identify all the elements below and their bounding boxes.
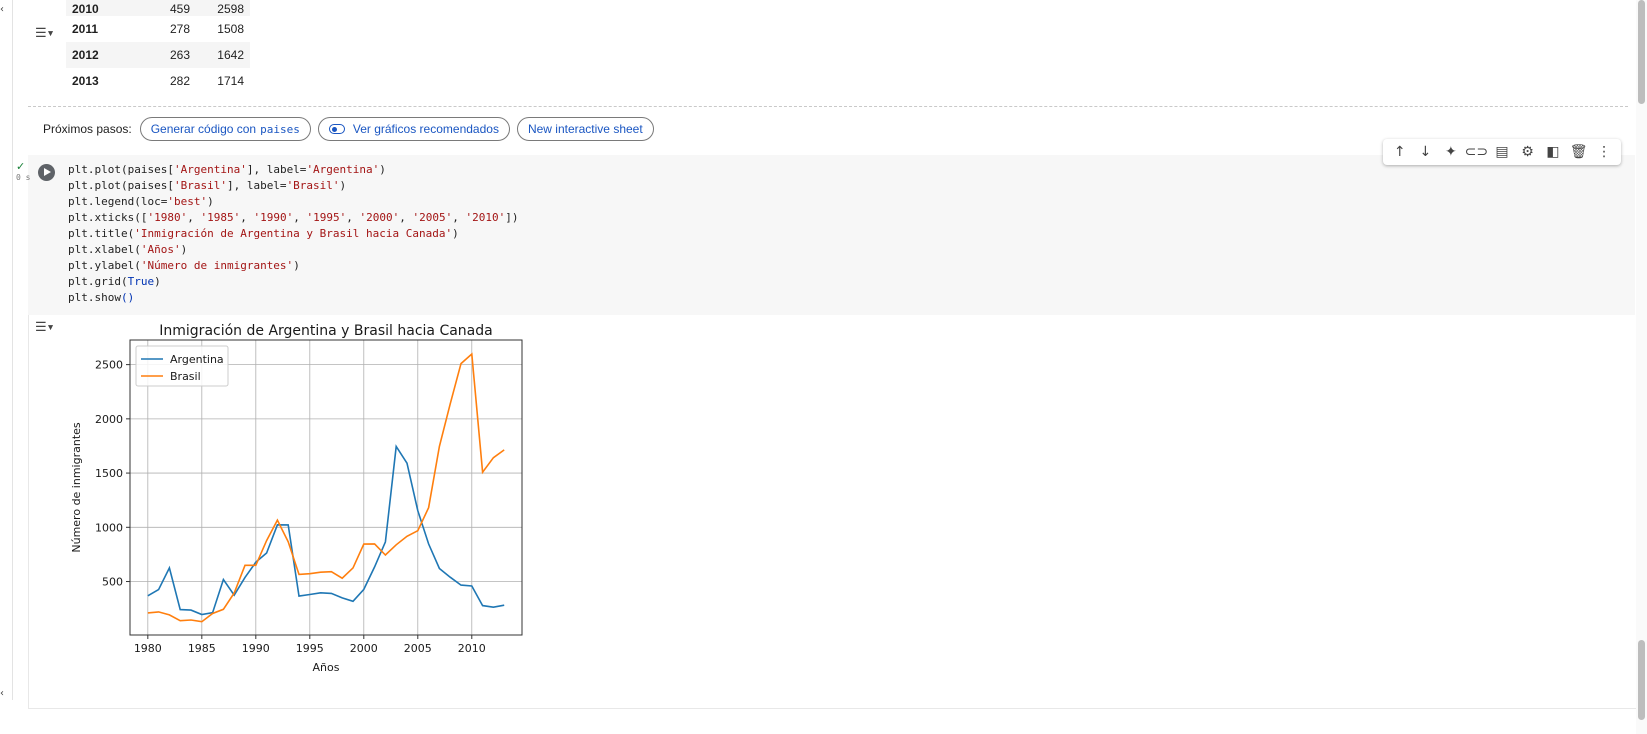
- generate-code-label: Generar código con: [150, 122, 257, 136]
- table-row: 2012 263 1642: [66, 42, 250, 68]
- cell-divider: [12, 0, 13, 700]
- dataframe-table: 2010 459 2598 2011 278 1508 2012 263 164…: [66, 0, 250, 94]
- cell-toolbar: ↑ ↓ ✦ ⊂⊃ ▤ ⚙ ◧ 🗑 ⋮: [1383, 139, 1621, 165]
- recommended-charts-chip[interactable]: Ver gráficos recomendados: [317, 117, 510, 141]
- y-tick-label: 2000: [95, 413, 123, 426]
- cell-argentina: 263: [169, 48, 190, 62]
- legend-label: Brasil: [170, 370, 201, 383]
- x-axis-label: Años: [313, 661, 340, 674]
- output-actions-icon[interactable]: ☰▾: [35, 320, 57, 336]
- dataframe-output: [28, 0, 1628, 107]
- row-year: 2010: [72, 2, 99, 16]
- code-line: plt.plot(paises['Brasil'], label='Brasil…: [68, 179, 347, 192]
- table-row: 2011 278 1508: [66, 16, 250, 42]
- x-tick-label: 1980: [134, 642, 162, 655]
- left-rail: ‹ ‹: [0, 0, 12, 734]
- cell-brasil: 1642: [217, 48, 244, 62]
- sparkle-icon[interactable]: ✦: [1441, 142, 1461, 162]
- y-axis-label: Número de inmigrantes: [70, 422, 83, 553]
- cell-argentina: 282: [169, 74, 190, 88]
- cell-brasil: 1508: [217, 22, 244, 36]
- mirror-cell-icon[interactable]: ◧: [1543, 142, 1563, 162]
- code-line: plt.grid(True): [68, 275, 161, 288]
- cell-brasil: 1714: [217, 74, 244, 88]
- next-steps-label: Próximos pasos:: [43, 122, 132, 136]
- generate-code-var: paises: [260, 122, 300, 136]
- y-tick-label: 2500: [95, 359, 123, 372]
- arrow-down-icon[interactable]: ↓: [1415, 142, 1435, 162]
- collapse-marker-icon[interactable]: ‹: [0, 688, 4, 699]
- code-line: plt.show(): [68, 291, 135, 304]
- row-year: 2012: [72, 48, 99, 62]
- link-icon[interactable]: ⊂⊃: [1465, 142, 1488, 162]
- chart-title: Inmigración de Argentina y Brasil hacia …: [159, 323, 492, 339]
- x-tick-label: 1990: [242, 642, 270, 655]
- exec-status-icon: ✓: [16, 160, 26, 173]
- gear-icon[interactable]: ⚙: [1518, 142, 1538, 162]
- x-tick-label: 2005: [404, 642, 432, 655]
- arrow-up-icon[interactable]: ↑: [1390, 142, 1410, 162]
- interactive-sheet-label: New interactive sheet: [527, 122, 643, 136]
- code-line: plt.title('Inmigración de Argentina y Br…: [68, 227, 459, 240]
- y-tick-label: 1000: [95, 521, 123, 534]
- cell-argentina: 278: [169, 22, 190, 36]
- code-line: plt.legend(loc='best'): [68, 195, 214, 208]
- recommended-charts-label: Ver gráficos recomendados: [352, 122, 499, 136]
- x-tick-label: 2010: [458, 642, 486, 655]
- ticks: 1980 1985 1990 1995 2000 2005 2010 500 1000 1500 2…: [95, 359, 486, 655]
- trash-icon[interactable]: 🗑: [1569, 142, 1589, 162]
- scrollbar-track[interactable]: [1636, 0, 1647, 734]
- code-line: plt.plot(paises['Argentina'], label='Arg…: [68, 163, 386, 176]
- legend: Argentina Brasil: [135, 345, 229, 387]
- x-tick-label: 1995: [296, 642, 324, 655]
- y-tick-label: 500: [102, 576, 123, 589]
- x-tick-label: 2000: [350, 642, 378, 655]
- comment-icon[interactable]: ▤: [1492, 142, 1512, 162]
- cell-argentina: 459: [169, 2, 190, 16]
- scrollbar-thumb[interactable]: [1638, 0, 1645, 104]
- series-line-argentina: [147, 444, 505, 616]
- toggle-icon: [328, 124, 345, 134]
- interactive-sheet-chip[interactable]: New interactive sheet: [516, 117, 654, 141]
- line-chart: 1980 1985 1990 1995 2000 2005 2010 500 1000 1500 2…: [70, 323, 523, 674]
- next-steps-bar: Próximos pasos: Generar código con paise…: [43, 116, 661, 142]
- scrollbar-thumb-lower[interactable]: [1638, 640, 1645, 720]
- x-tick-label: 1985: [188, 642, 216, 655]
- more-vert-icon[interactable]: ⋮: [1594, 142, 1614, 162]
- code-line: plt.xlabel('Años'): [68, 243, 188, 256]
- code-editor[interactable]: plt.plot(paises['Argentina'], label='Arg…: [68, 162, 518, 306]
- row-year: 2011: [72, 22, 99, 36]
- y-tick-label: 1500: [95, 467, 123, 480]
- code-line: plt.ylabel('Número de inmigrantes'): [68, 259, 300, 272]
- legend-label: Argentina: [170, 353, 224, 366]
- run-cell-button[interactable]: [38, 164, 55, 181]
- output-actions-icon[interactable]: ☰▾: [35, 26, 57, 42]
- cell-brasil: 2598: [217, 2, 244, 16]
- generate-code-chip[interactable]: Generar código con paises: [139, 117, 311, 141]
- table-row: 2010 459 2598: [66, 0, 250, 16]
- table-row: 2013 282 1714: [66, 68, 250, 94]
- collapse-marker-icon[interactable]: ‹: [0, 4, 4, 15]
- exec-time: 0 s: [16, 173, 31, 182]
- row-year: 2013: [72, 74, 99, 88]
- code-line: plt.xticks(['1980', '1985', '1990', '199…: [68, 211, 519, 224]
